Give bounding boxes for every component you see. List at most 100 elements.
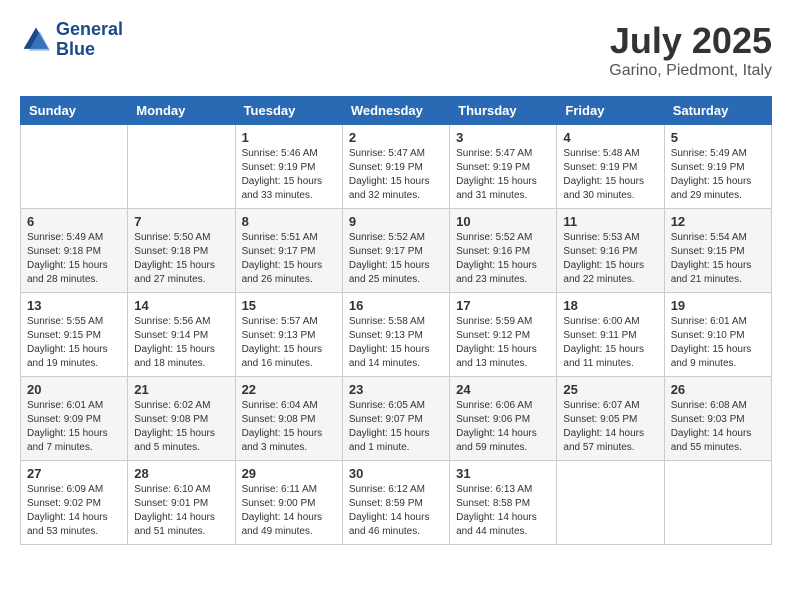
- calendar-cell: 2Sunrise: 5:47 AMSunset: 9:19 PMDaylight…: [342, 125, 449, 209]
- day-number: 23: [349, 382, 443, 397]
- day-number: 14: [134, 298, 228, 313]
- calendar-cell: 30 Sunrise: 6:12 AMSunset: 8:59 PMDayligh…: [342, 461, 449, 545]
- calendar-cell: 10 Sunrise: 5:52 AMSunset: 9:16 PMDayligh…: [450, 209, 557, 293]
- calendar-cell: 23 Sunrise: 6:05 AMSunset: 9:07 PMDayligh…: [342, 377, 449, 461]
- day-info: Sunrise: 6:05 AMSunset: 9:07 PMDaylight:…: [349, 399, 443, 455]
- day-number: 19: [671, 298, 765, 313]
- calendar-cell: 16 Sunrise: 5:58 AMSunset: 9:13 PMDayligh…: [342, 293, 449, 377]
- weekday-header-saturday: Saturday: [664, 97, 771, 125]
- day-number: 9: [349, 214, 443, 229]
- day-info: Sunrise: 5:52 AMSunset: 9:17 PMDaylight:…: [349, 231, 443, 287]
- weekday-header-monday: Monday: [128, 97, 235, 125]
- calendar-cell: 29 Sunrise: 6:11 AMSunset: 9:00 PMDayligh…: [235, 461, 342, 545]
- day-number: 16: [349, 298, 443, 313]
- day-number: 15: [242, 298, 336, 313]
- calendar-cell: 7 Sunrise: 5:50 AMSunset: 9:18 PMDaylight…: [128, 209, 235, 293]
- month-title: July 2025: [609, 20, 772, 62]
- day-info: Sunrise: 5:49 AMSunset: 9:19 PMDaylight:…: [671, 147, 765, 203]
- day-number: 1: [242, 130, 336, 145]
- calendar-cell: 31 Sunrise: 6:13 AMSunset: 8:58 PMDayligh…: [450, 461, 557, 545]
- day-number: 27: [27, 466, 121, 481]
- day-info: Sunrise: 6:06 AMSunset: 9:06 PMDaylight:…: [456, 399, 550, 455]
- calendar-table: SundayMondayTuesdayWednesdayThursdayFrid…: [20, 96, 772, 545]
- day-info: Sunrise: 6:12 AMSunset: 8:59 PMDaylight:…: [349, 483, 443, 539]
- calendar-cell: 21Sunrise: 6:02 AMSunset: 9:08 PMDayligh…: [128, 377, 235, 461]
- calendar-week-2: 6Sunrise: 5:49 AMSunset: 9:18 PMDaylight…: [21, 209, 772, 293]
- day-info: Sunrise: 6:00 AMSunset: 9:11 PMDaylight:…: [563, 315, 657, 371]
- day-number: 3: [456, 130, 550, 145]
- calendar-cell: 13 Sunrise: 5:55 AMSunset: 9:15 PMDayligh…: [21, 293, 128, 377]
- calendar-cell: 26Sunrise: 6:08 AMSunset: 9:03 PMDayligh…: [664, 377, 771, 461]
- calendar-cell: 27 Sunrise: 6:09 AMSunset: 9:02 PMDayligh…: [21, 461, 128, 545]
- calendar-cell: 11Sunrise: 5:53 AMSunset: 9:16 PMDayligh…: [557, 209, 664, 293]
- calendar-cell: 22 Sunrise: 6:04 AMSunset: 9:08 PMDayligh…: [235, 377, 342, 461]
- calendar-week-1: 1 Sunrise: 5:46 AMSunset: 9:19 PMDaylight…: [21, 125, 772, 209]
- calendar-cell: 4 Sunrise: 5:48 AMSunset: 9:19 PMDaylight…: [557, 125, 664, 209]
- day-number: 13: [27, 298, 121, 313]
- page-header: General Blue July 2025 Garino, Piedmont,…: [20, 20, 772, 80]
- day-number: 18: [563, 298, 657, 313]
- day-number: 21: [134, 382, 228, 397]
- location: Garino, Piedmont, Italy: [609, 62, 772, 80]
- weekday-header-sunday: Sunday: [21, 97, 128, 125]
- day-info: Sunrise: 5:59 AMSunset: 9:12 PMDaylight:…: [456, 315, 550, 371]
- calendar-week-4: 20 Sunrise: 6:01 AMSunset: 9:09 PMDayligh…: [21, 377, 772, 461]
- day-number: 28: [134, 466, 228, 481]
- day-info: Sunrise: 5:58 AMSunset: 9:13 PMDaylight:…: [349, 315, 443, 371]
- day-info: Sunrise: 5:46 AMSunset: 9:19 PMDaylight:…: [242, 147, 336, 203]
- day-number: 10: [456, 214, 550, 229]
- calendar-cell: 9 Sunrise: 5:52 AMSunset: 9:17 PMDaylight…: [342, 209, 449, 293]
- calendar-cell: [664, 461, 771, 545]
- day-number: 5: [671, 130, 765, 145]
- day-info: Sunrise: 6:04 AMSunset: 9:08 PMDaylight:…: [242, 399, 336, 455]
- day-info: Sunrise: 6:09 AMSunset: 9:02 PMDaylight:…: [27, 483, 121, 539]
- day-number: 22: [242, 382, 336, 397]
- day-info: Sunrise: 5:51 AMSunset: 9:17 PMDaylight:…: [242, 231, 336, 287]
- calendar-cell: [557, 461, 664, 545]
- day-info: Sunrise: 5:56 AMSunset: 9:14 PMDaylight:…: [134, 315, 228, 371]
- logo-text: General Blue: [56, 20, 123, 60]
- weekday-header-thursday: Thursday: [450, 97, 557, 125]
- calendar-week-3: 13 Sunrise: 5:55 AMSunset: 9:15 PMDayligh…: [21, 293, 772, 377]
- day-number: 4: [563, 130, 657, 145]
- day-info: Sunrise: 6:07 AMSunset: 9:05 PMDaylight:…: [563, 399, 657, 455]
- calendar-cell: 17 Sunrise: 5:59 AMSunset: 9:12 PMDayligh…: [450, 293, 557, 377]
- day-number: 20: [27, 382, 121, 397]
- day-number: 31: [456, 466, 550, 481]
- calendar-cell: 15Sunrise: 5:57 AMSunset: 9:13 PMDayligh…: [235, 293, 342, 377]
- day-number: 12: [671, 214, 765, 229]
- day-info: Sunrise: 6:13 AMSunset: 8:58 PMDaylight:…: [456, 483, 550, 539]
- day-number: 8: [242, 214, 336, 229]
- day-number: 26: [671, 382, 765, 397]
- day-info: Sunrise: 6:10 AMSunset: 9:01 PMDaylight:…: [134, 483, 228, 539]
- day-info: Sunrise: 6:01 AMSunset: 9:10 PMDaylight:…: [671, 315, 765, 371]
- calendar-week-5: 27 Sunrise: 6:09 AMSunset: 9:02 PMDayligh…: [21, 461, 772, 545]
- calendar-cell: [128, 125, 235, 209]
- day-number: 17: [456, 298, 550, 313]
- calendar-cell: 18 Sunrise: 6:00 AMSunset: 9:11 PMDayligh…: [557, 293, 664, 377]
- day-number: 30: [349, 466, 443, 481]
- day-info: Sunrise: 6:01 AMSunset: 9:09 PMDaylight:…: [27, 399, 121, 455]
- logo: General Blue: [20, 20, 123, 60]
- day-number: 25: [563, 382, 657, 397]
- weekday-header-wednesday: Wednesday: [342, 97, 449, 125]
- title-block: July 2025 Garino, Piedmont, Italy: [609, 20, 772, 80]
- weekday-header-friday: Friday: [557, 97, 664, 125]
- day-number: 7: [134, 214, 228, 229]
- day-info: Sunrise: 5:47 AMSunset: 9:19 PMDaylight:…: [456, 147, 550, 203]
- day-info: Sunrise: 6:11 AMSunset: 9:00 PMDaylight:…: [242, 483, 336, 539]
- day-info: Sunrise: 5:50 AMSunset: 9:18 PMDaylight:…: [134, 231, 228, 287]
- day-info: Sunrise: 5:53 AMSunset: 9:16 PMDaylight:…: [563, 231, 657, 287]
- calendar-cell: 5 Sunrise: 5:49 AMSunset: 9:19 PMDaylight…: [664, 125, 771, 209]
- day-info: Sunrise: 5:54 AMSunset: 9:15 PMDaylight:…: [671, 231, 765, 287]
- day-number: 24: [456, 382, 550, 397]
- day-number: 29: [242, 466, 336, 481]
- logo-icon: [20, 24, 52, 56]
- weekday-header-row: SundayMondayTuesdayWednesdayThursdayFrid…: [21, 97, 772, 125]
- calendar-cell: 19 Sunrise: 6:01 AMSunset: 9:10 PMDayligh…: [664, 293, 771, 377]
- day-info: Sunrise: 5:47 AMSunset: 9:19 PMDaylight:…: [349, 147, 443, 203]
- day-info: Sunrise: 5:52 AMSunset: 9:16 PMDaylight:…: [456, 231, 550, 287]
- day-info: Sunrise: 5:49 AMSunset: 9:18 PMDaylight:…: [27, 231, 121, 287]
- day-info: Sunrise: 5:48 AMSunset: 9:19 PMDaylight:…: [563, 147, 657, 203]
- day-info: Sunrise: 5:55 AMSunset: 9:15 PMDaylight:…: [27, 315, 121, 371]
